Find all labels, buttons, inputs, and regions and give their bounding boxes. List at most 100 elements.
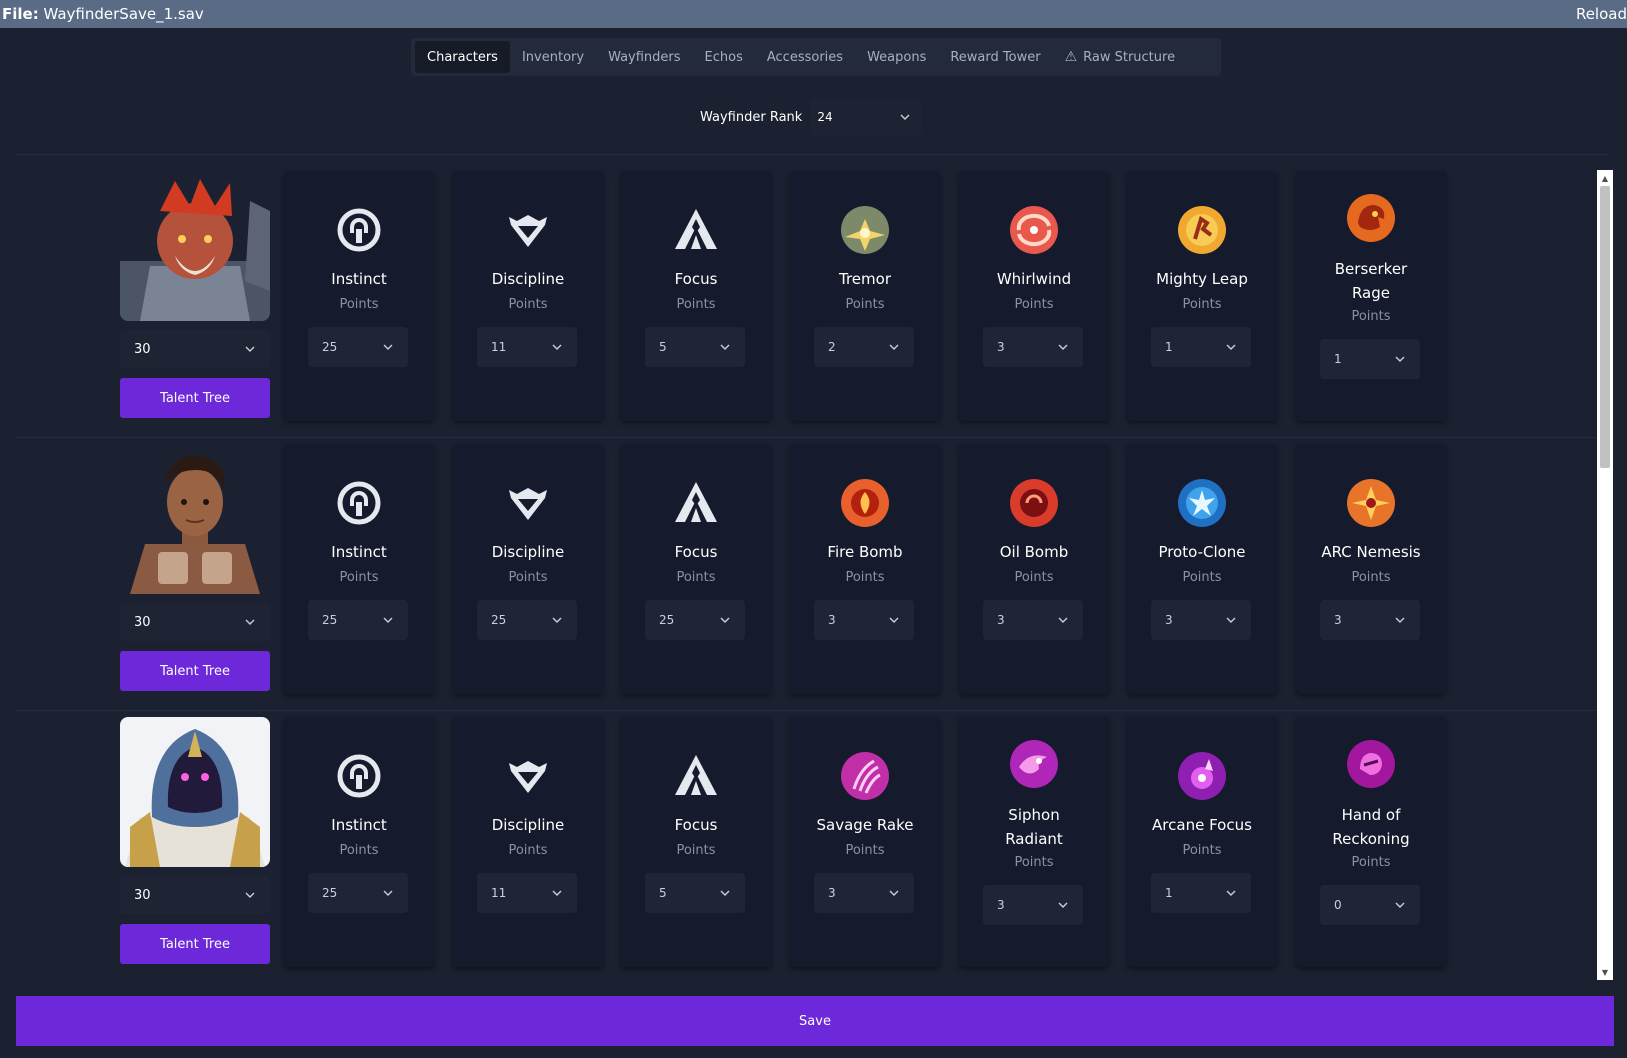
tab-bar: Characters Inventory Wayfinders Echos Ac… xyxy=(411,38,1221,76)
chevron-down-icon xyxy=(244,889,256,901)
points-value: 5 xyxy=(659,886,667,900)
points-select[interactable]: 1 xyxy=(1151,327,1251,367)
tab-wayfinders[interactable]: Wayfinders xyxy=(596,41,692,73)
save-button[interactable]: Save xyxy=(16,996,1614,1046)
wayfinder-rank: Wayfinder Rank 24 xyxy=(700,98,923,136)
scrollbar-thumb[interactable] xyxy=(1600,186,1610,468)
points-select[interactable]: 11 xyxy=(477,327,577,367)
tab-reward-tower[interactable]: Reward Tower xyxy=(938,41,1052,73)
chevron-down-icon xyxy=(1394,353,1406,365)
level-select[interactable]: 30 xyxy=(120,603,270,641)
level-value: 30 xyxy=(134,341,151,357)
tab-raw-structure[interactable]: ⚠ Raw Structure xyxy=(1053,41,1188,73)
talent-tree-button[interactable]: Talent Tree xyxy=(120,378,270,418)
points-label: Points xyxy=(676,297,716,312)
chevron-down-icon xyxy=(888,887,900,899)
level-value: 30 xyxy=(134,887,151,903)
reload-button[interactable]: Reload xyxy=(1576,5,1627,23)
points-select[interactable]: 3 xyxy=(983,327,1083,367)
scroll-up-icon[interactable]: ▲ xyxy=(1597,170,1613,186)
points-select[interactable]: 25 xyxy=(645,600,745,640)
chevron-down-icon xyxy=(244,343,256,355)
character-row: 30 Talent Tree Instinct Points 25 Discipline P… xyxy=(16,155,1597,438)
skill-card-discipline: Discipline Points 25 xyxy=(453,444,603,694)
points-label: Points xyxy=(339,570,379,585)
skill-card-arcane-focus: Arcane Focus Points 1 xyxy=(1127,717,1277,967)
points-select[interactable]: 25 xyxy=(308,873,408,913)
scroll-down-icon[interactable]: ▼ xyxy=(1597,964,1613,980)
title-bar: File: WayfinderSave_1.sav Reload xyxy=(0,0,1627,28)
scrollbar[interactable]: ▲ ▼ xyxy=(1597,170,1613,980)
skill-card-oil-bomb: Oil Bomb Points 3 xyxy=(959,444,1109,694)
skill-name: Tremor xyxy=(839,270,891,288)
skill-name: Savage Rake xyxy=(816,816,914,834)
chevron-down-icon xyxy=(1225,614,1237,626)
warning-icon: ⚠ xyxy=(1064,49,1078,65)
talent-tree-button[interactable]: Talent Tree xyxy=(120,651,270,691)
chevron-down-icon xyxy=(719,614,731,626)
talent-tree-button[interactable]: Talent Tree xyxy=(120,924,270,964)
points-select[interactable]: 3 xyxy=(983,885,1083,925)
characters-list: 30 Talent Tree Instinct Points 25 Discipline P… xyxy=(16,155,1597,980)
skill-card-siphon-radiant: Siphon Radiant Points 3 xyxy=(959,717,1109,967)
level-select[interactable]: 30 xyxy=(120,876,270,914)
skill-name: Siphon Radiant xyxy=(1005,806,1063,848)
mighty-leap-icon xyxy=(1177,205,1227,255)
arcane-focus-icon xyxy=(1177,751,1227,801)
points-label: Points xyxy=(676,570,716,585)
skill-card-focus: Focus Points 5 xyxy=(621,171,771,421)
points-value: 0 xyxy=(1334,898,1342,912)
points-value: 2 xyxy=(828,340,836,354)
chevron-down-icon xyxy=(382,341,394,353)
skill-name: Discipline xyxy=(491,816,565,834)
points-value: 25 xyxy=(322,886,338,900)
points-select[interactable]: 5 xyxy=(645,327,745,367)
points-select[interactable]: 3 xyxy=(1320,600,1420,640)
skill-name: Focus xyxy=(674,543,718,561)
skill-name: Arcane Focus xyxy=(1152,816,1252,834)
points-select[interactable]: 1 xyxy=(1151,873,1251,913)
points-select[interactable]: 5 xyxy=(645,873,745,913)
tab-characters[interactable]: Characters xyxy=(415,41,510,73)
skill-name: Instinct xyxy=(331,270,387,288)
points-label: Points xyxy=(508,843,548,858)
points-select[interactable]: 3 xyxy=(814,600,914,640)
points-select[interactable]: 2 xyxy=(814,327,914,367)
points-select[interactable]: 25 xyxy=(477,600,577,640)
points-label: Points xyxy=(1351,309,1391,324)
skill-card-savage-rake: Savage Rake Points 3 xyxy=(790,717,940,967)
skill-name: Whirlwind xyxy=(996,270,1072,288)
chevron-down-icon xyxy=(719,341,731,353)
whirlwind-icon xyxy=(1009,205,1059,255)
tab-weapons[interactable]: Weapons xyxy=(855,41,938,73)
points-select[interactable]: 25 xyxy=(308,327,408,367)
points-value: 11 xyxy=(491,340,507,354)
instinct-icon xyxy=(334,751,384,801)
skill-card-arc-nemesis: ARC Nemesis Points 3 xyxy=(1296,444,1446,694)
skill-card-focus: Focus Points 25 xyxy=(621,444,771,694)
points-label: Points xyxy=(845,570,885,585)
points-select[interactable]: 0 xyxy=(1320,885,1420,925)
tab-inventory[interactable]: Inventory xyxy=(510,41,596,73)
level-select[interactable]: 30 xyxy=(120,330,270,368)
chevron-down-icon xyxy=(888,341,900,353)
points-select[interactable]: 3 xyxy=(814,873,914,913)
arc-nemesis-icon xyxy=(1346,478,1396,528)
rank-select[interactable]: 24 xyxy=(810,98,923,136)
focus-icon xyxy=(671,751,721,801)
points-label: Points xyxy=(508,570,548,585)
tab-accessories[interactable]: Accessories xyxy=(755,41,855,73)
points-select[interactable]: 25 xyxy=(308,600,408,640)
tab-echos[interactable]: Echos xyxy=(693,41,755,73)
skill-card-proto-clone: Proto-Clone Points 3 xyxy=(1127,444,1277,694)
chevron-down-icon xyxy=(1225,341,1237,353)
chevron-down-icon xyxy=(1394,614,1406,626)
file-name: WayfinderSave_1.sav xyxy=(43,5,204,23)
points-select[interactable]: 11 xyxy=(477,873,577,913)
points-select[interactable]: 1 xyxy=(1320,339,1420,379)
points-select[interactable]: 3 xyxy=(1151,600,1251,640)
skill-name: Hand of Reckoning xyxy=(1332,806,1410,848)
points-select[interactable]: 3 xyxy=(983,600,1083,640)
points-value: 25 xyxy=(491,613,507,627)
skill-name: Discipline xyxy=(491,543,565,561)
